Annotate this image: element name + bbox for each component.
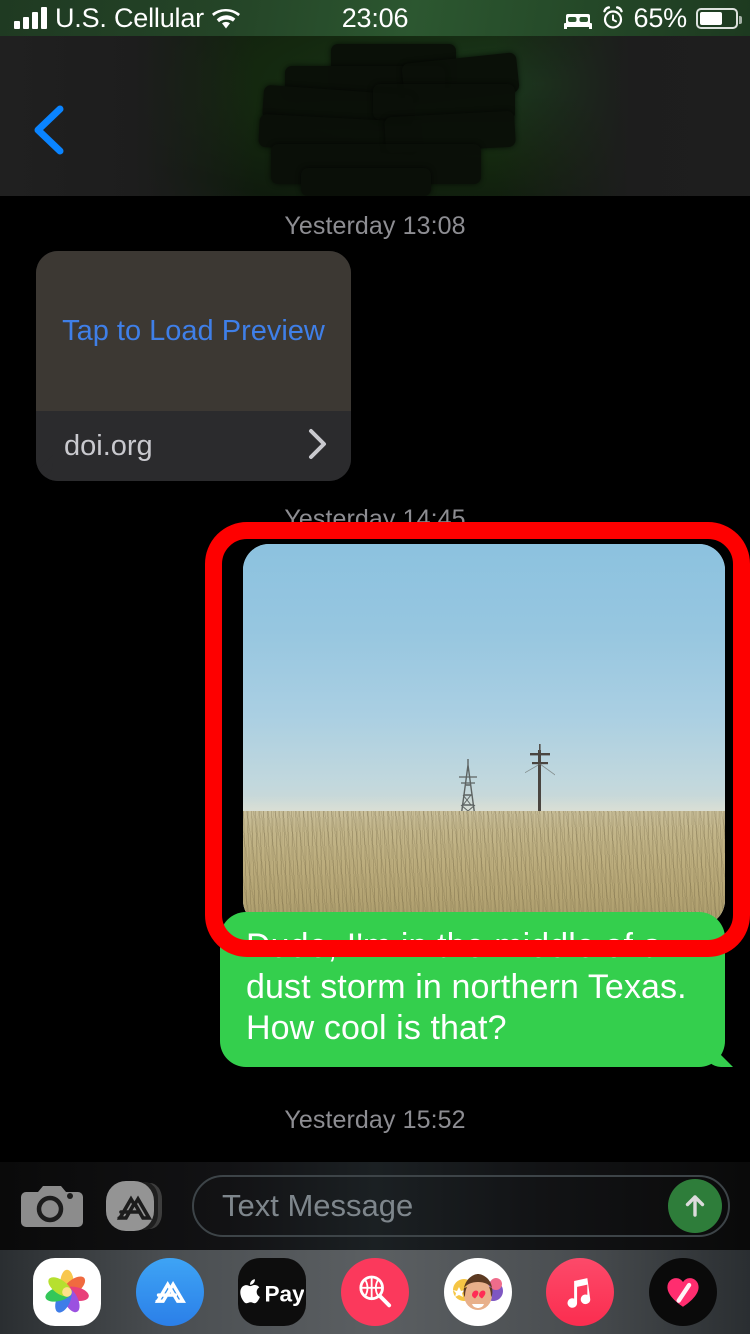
timestamp-first: Yesterday 13:08: [284, 212, 466, 240]
link-preview-host-label: doi.org: [64, 429, 153, 462]
bubble-tail-outgoing: [705, 1039, 733, 1067]
images-app-icon[interactable]: [340, 1258, 409, 1326]
photo-grass-field: [243, 811, 725, 926]
message-text-field[interactable]: Text Message: [192, 1175, 730, 1237]
app-store-icon[interactable]: [104, 1178, 168, 1234]
navigation-bar: [0, 36, 750, 196]
app-store-app-icon[interactable]: [135, 1258, 204, 1326]
contact-name-redaction: [255, 36, 520, 196]
battery-percent-label: 65%: [633, 2, 688, 33]
incoming-message-row: Tap to Load Preview doi.org: [0, 251, 750, 481]
link-preview-host-row[interactable]: doi.org: [36, 411, 351, 481]
conversation-thread[interactable]: Yesterday 13:08 Tap to Load Preview doi.…: [0, 196, 750, 1162]
photo-attachment[interactable]: [243, 544, 725, 926]
message-input-bar[interactable]: Text Message: [0, 1162, 750, 1250]
camera-icon[interactable]: [20, 1180, 84, 1232]
back-button[interactable]: [28, 104, 72, 156]
battery-icon: [696, 7, 742, 29]
tap-to-load-preview-label[interactable]: Tap to Load Preview: [62, 315, 325, 348]
send-button[interactable]: [668, 1179, 722, 1233]
outgoing-message-bubble[interactable]: Dude, I'm in the middle of a dust storm …: [220, 912, 733, 1067]
timestamp-third: Yesterday 15:52: [284, 1106, 466, 1134]
link-preview-load-area[interactable]: Tap to Load Preview: [36, 251, 351, 411]
photos-app-icon[interactable]: [33, 1258, 102, 1326]
outgoing-message-row: Dude, I'm in the middle of a dust storm …: [0, 912, 750, 1096]
bed-icon: [563, 8, 592, 29]
memoji-app-icon[interactable]: [443, 1258, 512, 1326]
timestamp-second: Yesterday 14:45: [284, 505, 466, 533]
apple-pay-app-icon[interactable]: Pay: [238, 1258, 307, 1326]
alarm-clock-icon: [601, 6, 625, 30]
chevron-right-icon[interactable]: [307, 427, 329, 466]
status-bar-right: 65%: [563, 2, 742, 34]
svg-text:Pay: Pay: [265, 1281, 305, 1306]
apple-music-app-icon[interactable]: [546, 1258, 615, 1326]
outgoing-photo-row: [0, 522, 750, 957]
link-preview-bubble[interactable]: Tap to Load Preview doi.org: [36, 251, 351, 481]
status-bar: U.S. Cellular 23:06 65%: [0, 0, 750, 36]
imessage-app-drawer[interactable]: Pay: [0, 1250, 750, 1334]
digital-touch-app-icon[interactable]: [648, 1258, 717, 1326]
message-placeholder[interactable]: Text Message: [222, 1188, 413, 1224]
outgoing-message-text: Dude, I'm in the middle of a dust storm …: [246, 927, 687, 1047]
